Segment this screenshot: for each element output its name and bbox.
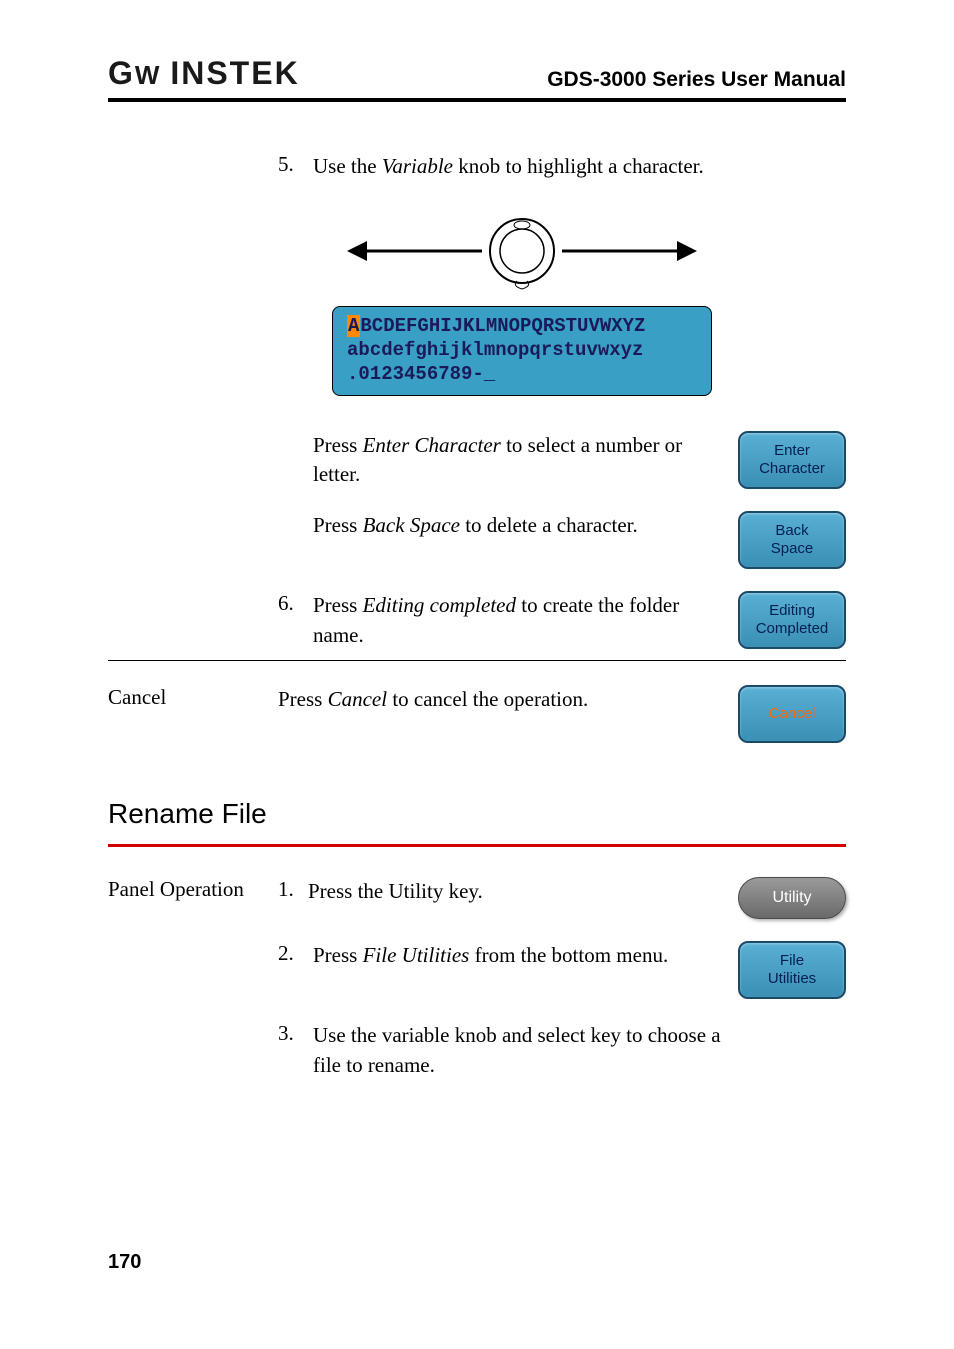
file-utilities-button[interactable]: File Utilities [738, 941, 846, 999]
step-6-row: 6. Press Editing completed to create the… [108, 591, 846, 650]
editing-completed-button[interactable]: Editing Completed [738, 591, 846, 649]
step-text: Use the variable knob and select key to … [313, 1021, 731, 1080]
cancel-text: Press Cancel to cancel the operation. [278, 685, 731, 743]
step-text: Press File Utilities from the bottom men… [313, 941, 731, 999]
step-2-row: 2. Press File Utilities from the bottom … [108, 941, 846, 999]
step-3-row: 3. Use the variable knob and select key … [108, 1021, 846, 1080]
character-selector-box: ABCDEFGHIJKLMNOPQRSTUVWXYZ abcdefghijklm… [332, 306, 712, 395]
page-number: 170 [108, 1251, 141, 1274]
back-space-text: Press Back Space to delete a character. [313, 511, 731, 569]
step-text: Press Editing completed to create the fo… [313, 591, 731, 650]
step-number: 2. [278, 941, 313, 999]
panel-op-step1-row: Panel Operation 1. Press the Utility key… [108, 877, 846, 919]
step-number: 6. [278, 591, 313, 650]
step-number: 5. [278, 152, 313, 181]
enter-character-button[interactable]: Enter Character [738, 431, 846, 489]
variable-knob-graphic [313, 211, 731, 291]
rename-file-heading: Rename File [108, 798, 846, 830]
highlighted-char: A [347, 315, 360, 337]
section-divider [108, 660, 846, 661]
step-text: Press the Utility key. [308, 877, 731, 919]
enter-character-row: Press Enter Character to select a number… [108, 431, 846, 490]
brand-logo: GW INSTEK [108, 55, 300, 92]
cancel-row: Cancel Press Cancel to cancel the operat… [108, 685, 846, 743]
step-number: 3. [278, 1021, 313, 1080]
back-space-button[interactable]: Back Space [738, 511, 846, 569]
heading-underline [108, 844, 846, 847]
step-5-row: 5. Use the Variable knob to highlight a … [108, 152, 846, 181]
knob-graphic-row: ABCDEFGHIJKLMNOPQRSTUVWXYZ abcdefghijklm… [108, 191, 846, 420]
step-text: Use the Variable knob to highlight a cha… [313, 152, 731, 181]
cancel-button[interactable]: Cancel [738, 685, 846, 743]
page-header: GW INSTEK GDS-3000 Series User Manual [108, 55, 846, 102]
manual-title: GDS-3000 Series User Manual [547, 68, 846, 92]
cancel-label: Cancel [108, 685, 278, 743]
knob-svg [332, 211, 712, 291]
enter-char-text: Press Enter Character to select a number… [313, 431, 731, 490]
panel-operation-label: Panel Operation [108, 877, 278, 919]
back-space-row: Press Back Space to delete a character. … [108, 511, 846, 569]
utility-key-button[interactable]: Utility [738, 877, 846, 919]
